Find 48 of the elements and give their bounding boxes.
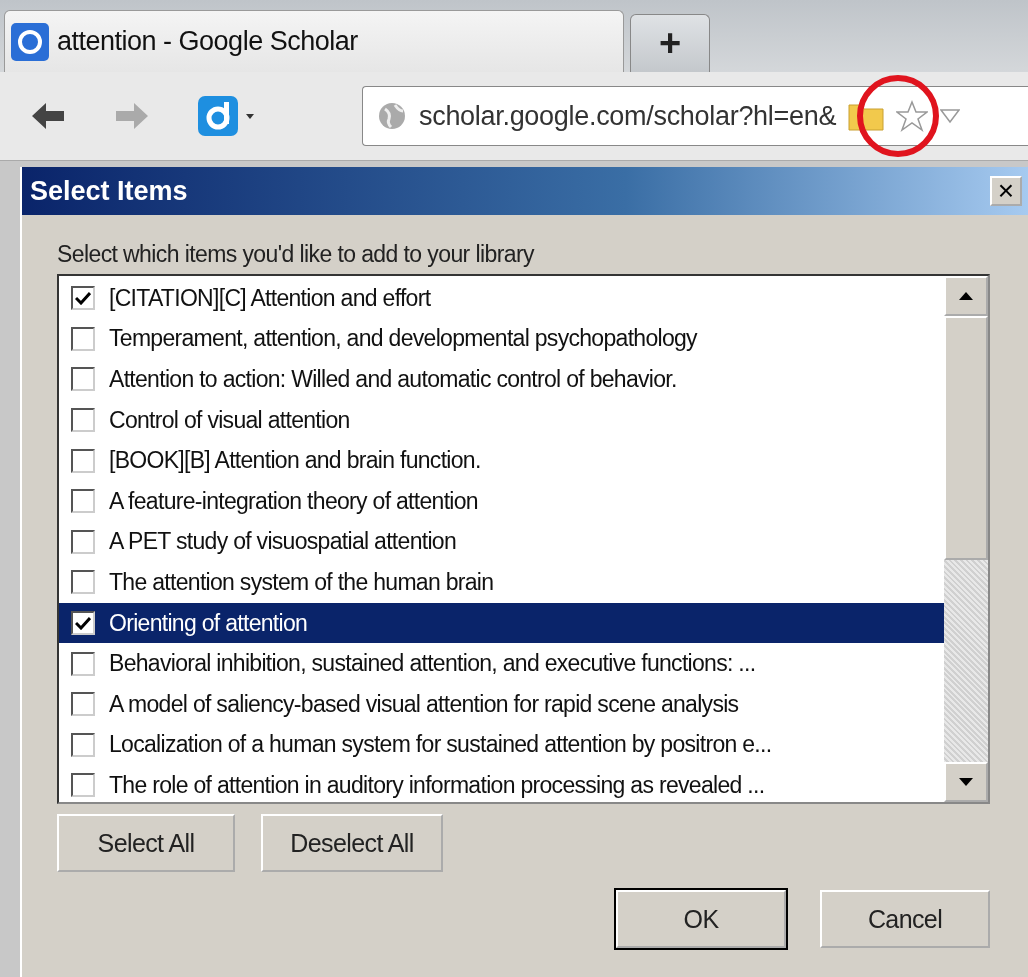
checkmark-icon: [75, 291, 91, 306]
list-item[interactable]: A model of saliency-based visual attention for rapid scene analysis: [59, 683, 944, 725]
checkbox[interactable]: [71, 611, 95, 636]
checkbox[interactable]: [71, 448, 95, 473]
checkbox[interactable]: [71, 570, 95, 595]
list-item[interactable]: [BOOK][B] Attention and brain function.: [59, 440, 944, 481]
checkbox[interactable]: [71, 773, 95, 798]
list-item[interactable]: Attention to action: Willed and automatic control of behavior.: [59, 359, 944, 400]
back-button[interactable]: [30, 101, 66, 131]
checkbox[interactable]: [71, 692, 95, 717]
list-item[interactable]: Control of visual attention: [59, 399, 944, 441]
list-item[interactable]: Temperament, attention, and developmental psychopathology: [59, 318, 944, 360]
checkbox[interactable]: [71, 529, 95, 554]
deselect-all-button[interactable]: Deselect All: [261, 814, 443, 872]
address-bar[interactable]: scholar.google.com/scholar?hl=en&: [362, 86, 1028, 146]
list-item[interactable]: The attention system of the human brain: [59, 562, 944, 603]
star-icon[interactable]: [896, 100, 929, 132]
checkbox[interactable]: [71, 732, 95, 757]
checkbox[interactable]: [71, 367, 95, 392]
scrollbar[interactable]: [944, 276, 988, 802]
url-text: scholar.google.com/scholar?hl=en&: [419, 100, 837, 132]
list-item[interactable]: [CITATION][C] Attention and effort: [59, 278, 944, 319]
ok-button[interactable]: OK: [616, 890, 786, 948]
tab-title: attention - Google Scholar: [57, 26, 358, 57]
checkbox[interactable]: [71, 326, 95, 351]
select-all-button[interactable]: Select All: [57, 814, 235, 872]
browser-tab[interactable]: attention - Google Scholar: [4, 10, 624, 72]
checkbox[interactable]: [71, 408, 95, 433]
checkbox[interactable]: [71, 489, 95, 514]
dropdown-icon[interactable]: [940, 108, 961, 124]
list-item[interactable]: Behavioral inhibition, sustained attention, and executive functions: ...: [59, 643, 944, 684]
close-button[interactable]: ×: [990, 176, 1022, 206]
list-item[interactable]: The role of attention in auditory information processing as revealed ...: [59, 765, 944, 802]
scholar-logo-icon: [11, 22, 49, 61]
scroll-up-icon[interactable]: [959, 292, 973, 300]
checkbox[interactable]: [71, 286, 95, 311]
list-item[interactable]: A feature-integration theory of attention: [59, 480, 944, 522]
scroll-down-icon[interactable]: [959, 778, 973, 786]
list-item[interactable]: A PET study of visuospatial attention: [59, 521, 944, 563]
checkbox[interactable]: [71, 651, 95, 676]
dialog-title: Select Items: [30, 175, 188, 207]
new-tab-button[interactable]: +: [630, 14, 710, 72]
prompt-text: Select which items you'd like to add to your library: [57, 241, 536, 268]
globe-icon: [377, 101, 407, 131]
checkmark-icon: [75, 616, 91, 631]
list-item[interactable]: Orienting of attention: [59, 602, 944, 644]
list-item[interactable]: Localization of a human system for sustained attention by positron e...: [59, 724, 944, 766]
cancel-button[interactable]: Cancel: [820, 890, 990, 948]
